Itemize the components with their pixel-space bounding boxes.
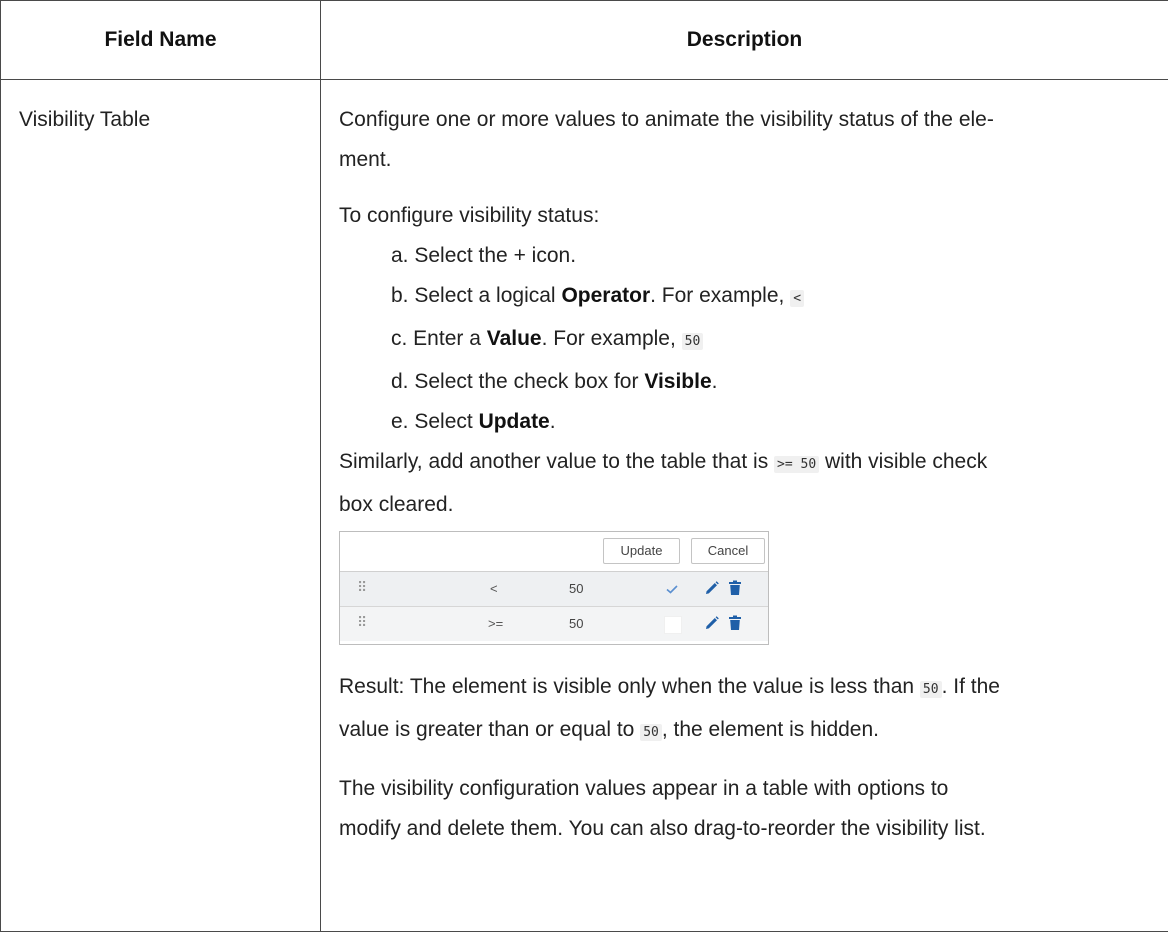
result-mid: . If the [941,675,1000,698]
operator-cell: < [490,581,498,596]
edit-pencil-icon[interactable] [704,615,720,631]
mini-table-row: ⠿ < 50 [340,572,768,607]
configure-heading: To configure visibility status: [339,204,600,227]
visibility-table-screenshot: Update Cancel ⠿ < 50 ⠿ >= 50 [339,531,769,645]
result-line2-suffix: , the element is hidden. [661,718,879,741]
step-a: a. Select the + icon. [391,244,577,267]
step-d-suffix: . [711,370,718,393]
final-line-1: The visibility configuration values appe… [339,777,949,800]
checkmark-icon [666,585,678,594]
step-e-suffix: . [549,410,556,433]
result-paragraph: Result: The element is visible only when… [339,667,1158,753]
operator-cell: >= [488,616,504,631]
mini-table-toolbar: Update Cancel [340,532,768,572]
cancel-button[interactable]: Cancel [691,538,765,564]
result-code-2: 50 [640,724,662,741]
field-description-table: Field Name Description Visibility Table … [0,0,1168,932]
trash-icon[interactable] [728,580,742,596]
similarly-line-2: box cleared. [339,493,454,516]
similarly-suffix: with visible check [819,450,988,473]
table-header-row: Field Name Description [0,0,1168,80]
header-field-name: Field Name [0,0,321,80]
step-d-bold: Visible [644,370,712,393]
step-b-bold: Operator [561,284,651,307]
step-c-code: 50 [681,333,704,350]
step-c-bold: Value [486,327,542,350]
update-button[interactable]: Update [603,538,680,564]
table-row: Visibility Table Configure one or more v… [0,79,1168,932]
visible-checkbox[interactable] [664,616,682,634]
drag-handle-icon[interactable]: ⠿ [357,579,367,596]
similarly-paragraph: Similarly, add another value to the tabl… [339,442,1158,525]
step-b-suffix: . For example, [650,284,791,307]
value-cell: 50 [569,616,584,631]
trash-icon[interactable] [728,615,742,631]
edit-pencil-icon[interactable] [704,580,720,596]
step-b: b. Select a logical Operator. For exampl… [391,276,1158,319]
intro-paragraph: Configure one or more values to animate … [339,100,1158,180]
result-prefix: Result: The element is visible only when… [339,675,920,698]
mini-table-row: ⠿ >= 50 [340,607,768,641]
step-e-prefix: e. Select [391,410,479,433]
step-b-prefix: b. Select a logical [391,284,562,307]
step-d-prefix: d. Select the check box for [391,370,645,393]
field-name-text: Visibility Table [19,108,151,131]
step-b-code: < [790,290,805,307]
result-line2-prefix: value is greater than or equal to [339,718,641,741]
visible-checkbox[interactable] [664,581,680,597]
final-line-2: modify and delete them. You can also dra… [339,817,986,840]
field-name-cell: Visibility Table [0,79,321,932]
similarly-prefix: Similarly, add another value to the tabl… [339,450,775,473]
header-description: Description [320,0,1168,80]
drag-handle-icon[interactable]: ⠿ [357,614,367,631]
similarly-code: >= 50 [774,456,820,473]
result-code-1: 50 [919,681,942,698]
step-e: e. Select Update. [391,402,1158,442]
step-c-suffix: . For example, [541,327,682,350]
step-e-bold: Update [478,410,550,433]
step-c-prefix: c. Enter a [391,327,487,350]
final-paragraph: The visibility configuration values appe… [339,769,1158,849]
steps-list: a. Select the + icon. b. Select a logica… [339,236,1158,442]
intro-line-2: ment. [339,148,392,171]
description-cell: Configure one or more values to animate … [320,79,1168,932]
value-cell: 50 [569,581,584,596]
intro-line-1: Configure one or more values to animate … [339,108,994,131]
step-d: d. Select the check box for Visible. [391,362,1158,402]
step-c: c. Enter a Value. For example, 50 [391,319,1158,362]
